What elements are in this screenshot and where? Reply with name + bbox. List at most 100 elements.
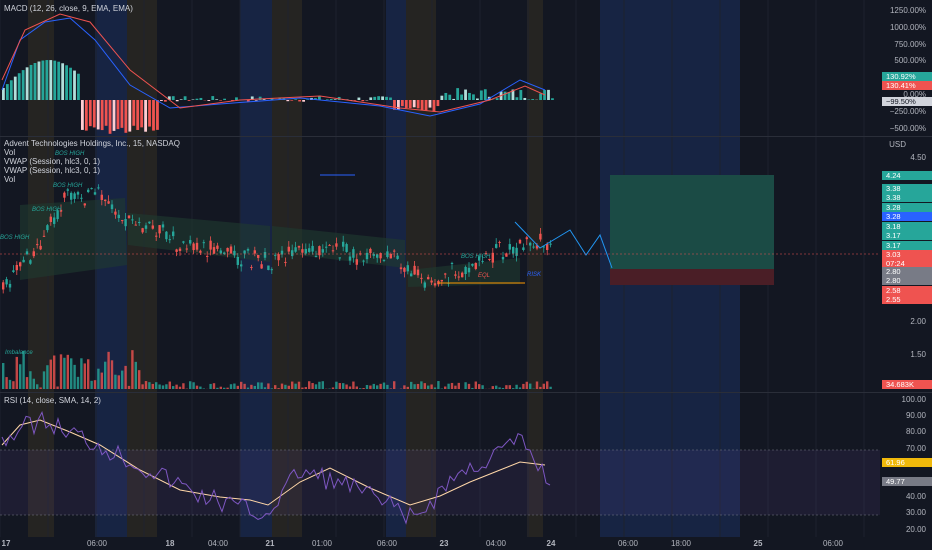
candle-body [32, 251, 35, 257]
vol-legend[interactable]: Vol [4, 148, 15, 157]
macd-histogram-bar [325, 99, 329, 100]
long-position-stop [610, 269, 774, 285]
candle-body [148, 221, 151, 224]
macd-histogram-bar [353, 100, 357, 101]
candle-body [403, 267, 406, 272]
macd-histogram-bar [179, 99, 183, 100]
volume-bar [134, 361, 137, 389]
price-axis-tick: 1.50 [910, 350, 926, 359]
vwap-legend-1[interactable]: VWAP (Session, hlc3, 0, 1) [4, 157, 100, 166]
macd-histogram-bar [96, 100, 100, 130]
macd-histogram-bar [5, 84, 9, 100]
rsi-pane-divider[interactable] [0, 392, 932, 393]
macd-histogram-bar [369, 97, 373, 100]
candle-body [454, 274, 457, 276]
candle-body [522, 247, 525, 251]
bos-high-label-2: BOS HIGH [53, 183, 83, 189]
macd-histogram-bar [191, 99, 195, 100]
macd-histogram-bar [171, 96, 175, 100]
volume-bar [546, 381, 549, 389]
macd-histogram-bar [73, 70, 76, 100]
macd-pane-divider[interactable] [0, 136, 932, 137]
volume-bar [15, 356, 18, 389]
macd-histogram-bar [400, 100, 404, 107]
volume-bar [474, 381, 477, 389]
candle-body [308, 248, 311, 252]
macd-histogram-bar [195, 98, 199, 100]
macd-axis-tick: 1250.00% [889, 6, 926, 15]
candle-body [376, 254, 379, 258]
candle-body [471, 263, 474, 266]
macd-histogram-bar [84, 100, 88, 131]
candle-body [70, 192, 73, 200]
volume-bar [539, 386, 542, 389]
time-axis-tick: 25 [753, 539, 763, 548]
volume-bar [450, 382, 454, 389]
volume-bar [121, 370, 124, 389]
main-title-legend[interactable]: Advent Technologies Holdings, Inc., 15, … [4, 139, 180, 148]
macd-histogram-bar [223, 98, 226, 100]
macd-legend[interactable]: MACD (12, 26, close, 9, EMA, EMA) [4, 4, 133, 13]
volume-bar [209, 383, 212, 389]
macd-histogram-bar [77, 73, 80, 100]
volume-bar [498, 387, 501, 389]
candle-body [314, 256, 318, 258]
volume-bar [314, 384, 318, 389]
volume-bar [331, 387, 335, 389]
candle-body [345, 244, 348, 252]
macd-histogram-bar [389, 97, 392, 100]
volume-bar [512, 388, 515, 389]
candle-body [22, 259, 25, 263]
volume-bar [427, 385, 430, 389]
candle-body [389, 253, 392, 259]
price-tag: 3.17 [882, 231, 932, 240]
volume-bar [131, 350, 134, 389]
rsi-band [0, 450, 880, 515]
volume-bar [284, 384, 287, 389]
candle-body [539, 233, 542, 240]
candle-body [297, 246, 301, 248]
candle-body [229, 246, 233, 254]
volume-bar [124, 365, 127, 389]
candle-body [515, 247, 518, 256]
macd-histogram-bar [144, 100, 147, 132]
macd-histogram-bar [140, 100, 144, 128]
macd-histogram-bar [49, 60, 53, 100]
volume-bar [457, 382, 460, 389]
macd-histogram-bar [13, 76, 17, 100]
candle-body [304, 248, 307, 254]
candle-body [240, 264, 243, 267]
volume-bar [107, 351, 110, 389]
long-position-target [610, 175, 774, 269]
macd-histogram-bar [187, 100, 191, 101]
candle-body [474, 263, 477, 269]
vol-legend-2[interactable]: Vol [4, 175, 15, 184]
volume-bar [267, 383, 270, 389]
candle-body [189, 240, 192, 244]
candle-body [185, 248, 188, 250]
chart-canvas[interactable] [0, 0, 932, 550]
candle-body [192, 243, 195, 251]
volume-bar [382, 382, 386, 389]
price-tag: 3.28 [882, 212, 932, 221]
macd-histogram-bar [156, 100, 159, 130]
candle-body [277, 254, 280, 261]
candle-body [525, 237, 528, 240]
candle-body [457, 276, 460, 278]
time-axis-tick: 06:00 [822, 539, 844, 548]
macd-histogram-bar [515, 97, 519, 100]
volume-bar [301, 387, 304, 389]
volume-bar [495, 385, 498, 389]
candle-body [413, 265, 416, 275]
rsi-axis-tick: 30.00 [905, 508, 926, 518]
macd-histogram-bar [460, 94, 463, 100]
vwap-legend-2[interactable]: VWAP (Session, hlc3, 0, 1) [4, 166, 100, 175]
candle-body [433, 283, 437, 286]
volume-bar [229, 384, 233, 389]
rsi-legend[interactable]: RSI (14, close, SMA, 14, 2) [4, 396, 101, 405]
candle-body [155, 235, 158, 237]
macd-histogram-bar [381, 96, 384, 100]
volume-bar [53, 355, 56, 389]
macd-histogram-bar [373, 96, 377, 100]
volume-bar [32, 378, 35, 389]
